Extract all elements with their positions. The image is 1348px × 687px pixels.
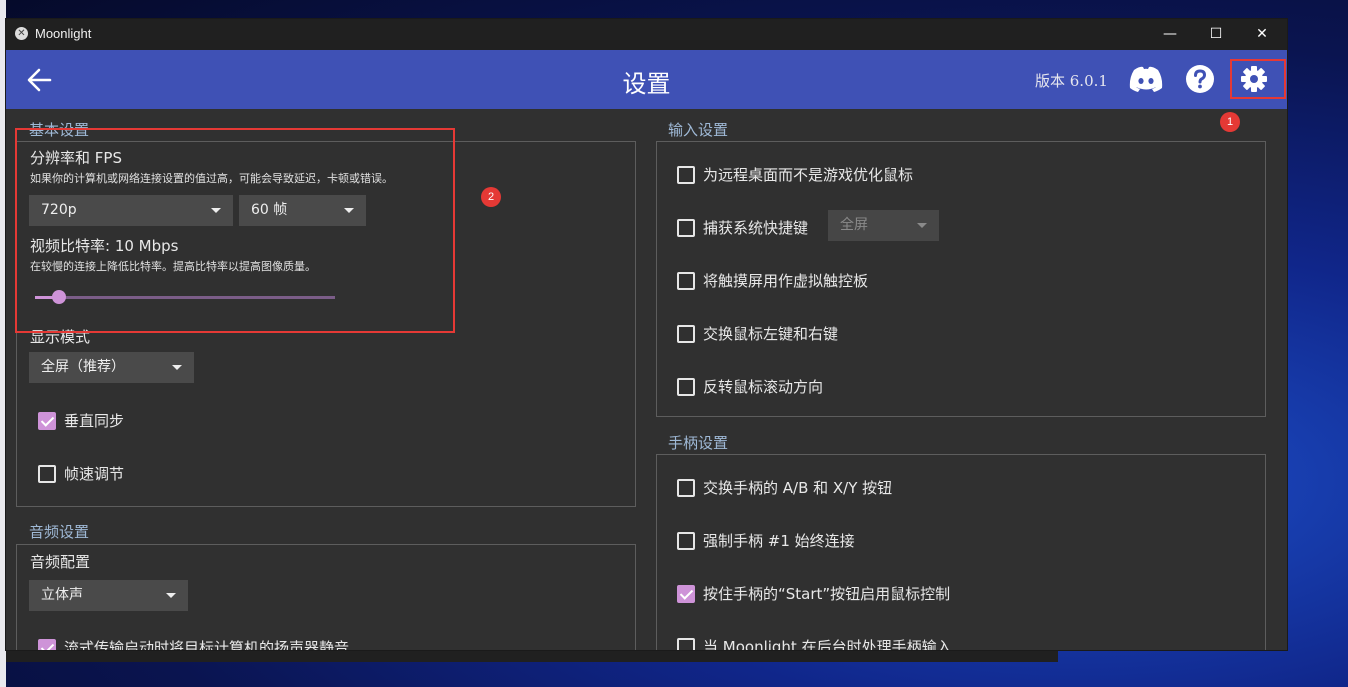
display-mode-dropdown[interactable]: 全屏（推荐） [29, 352, 194, 383]
help-icon[interactable] [1185, 64, 1215, 94]
title-bar: ✕ Moonlight — ☐ ✕ [6, 19, 1287, 50]
moonlight-window: ✕ Moonlight — ☐ ✕ 设置 版本 6.0.1 基本设置 分辨率和 … [5, 18, 1288, 651]
highlight-box-resolution [15, 128, 455, 333]
display-mode-value: 全屏（推荐） [41, 359, 125, 375]
input-settings-group: 为远程桌面而不是游戏优化鼠标 捕获系统快捷键 全屏 将触摸屏用作虚拟触控板 交换… [656, 141, 1266, 417]
start-mouse-control-label: 按住手柄的“Start”按钮启用鼠标控制 [703, 585, 951, 603]
force-gamepad-label: 强制手柄 #1 始终连接 [703, 532, 855, 550]
checkbox-box[interactable] [677, 479, 695, 497]
app-title: Moonlight [35, 26, 92, 41]
app-toolbar: 设置 版本 6.0.1 [6, 50, 1287, 109]
vsync-label: 垂直同步 [64, 412, 125, 430]
checkbox-box[interactable] [677, 585, 695, 603]
annotation-badge-2: 2 [481, 187, 501, 207]
version-label: 版本 6.0.1 [1035, 72, 1108, 90]
shortcut-capture-dropdown[interactable]: 全屏 [828, 210, 939, 241]
checkbox-box[interactable] [677, 378, 695, 396]
touchscreen-trackpad-label: 将触摸屏用作虚拟触控板 [703, 272, 869, 290]
shortcut-capture-value: 全屏 [840, 217, 868, 233]
audio-config-label: 音频配置 [30, 553, 91, 571]
mute-host-label: 流式传输启动时将目标计算机的扬声器静音 [64, 639, 350, 651]
gamepad-settings-group: 交换手柄的 A/B 和 X/Y 按钮 强制手柄 #1 始终连接 按住手柄的“St… [656, 454, 1266, 651]
frame-pacing-label: 帧速调节 [64, 465, 125, 483]
swap-mouse-buttons-label: 交换鼠标左键和右键 [703, 325, 839, 343]
maximize-button[interactable]: ☐ [1193, 19, 1239, 50]
checkbox-box[interactable] [677, 166, 695, 184]
checkbox-box[interactable] [677, 325, 695, 343]
minimize-button[interactable]: — [1147, 19, 1193, 50]
checkbox-box[interactable] [677, 219, 695, 237]
moonlight-app-icon: ✕ [15, 27, 28, 40]
reverse-scroll-label: 反转鼠标滚动方向 [703, 378, 824, 396]
annotation-badge-1: 1 [1220, 112, 1240, 132]
chevron-down-icon [166, 593, 176, 598]
audio-config-dropdown[interactable]: 立体声 [29, 580, 188, 611]
checkbox-box[interactable] [677, 638, 695, 650]
checkbox-box[interactable] [38, 639, 56, 650]
checkbox-box[interactable] [677, 272, 695, 290]
chevron-down-icon [172, 365, 182, 370]
close-button[interactable]: ✕ [1239, 19, 1285, 50]
capture-shortcuts-label: 捕获系统快捷键 [703, 219, 809, 237]
highlight-box-gear [1230, 59, 1286, 99]
discord-icon[interactable] [1128, 65, 1164, 93]
background-gamepad-label: 当 Moonlight 在后台时处理手柄输入 [703, 638, 952, 651]
checkbox-box[interactable] [38, 412, 56, 430]
chevron-down-icon [917, 223, 927, 228]
checkbox-box[interactable] [677, 532, 695, 550]
input-settings-title: 输入设置 [668, 121, 729, 139]
checkbox-box[interactable] [38, 465, 56, 483]
swap-ab-xy-label: 交换手柄的 A/B 和 X/Y 按钮 [703, 479, 893, 497]
audio-settings-group: 音频配置 立体声 流式传输启动时将目标计算机的扬声器静音 [16, 544, 636, 651]
optimize-mouse-label: 为远程桌面而不是游戏优化鼠标 [703, 166, 914, 184]
gamepad-settings-title: 手柄设置 [668, 434, 729, 452]
audio-settings-title: 音频设置 [29, 523, 90, 541]
audio-config-value: 立体声 [41, 587, 83, 603]
